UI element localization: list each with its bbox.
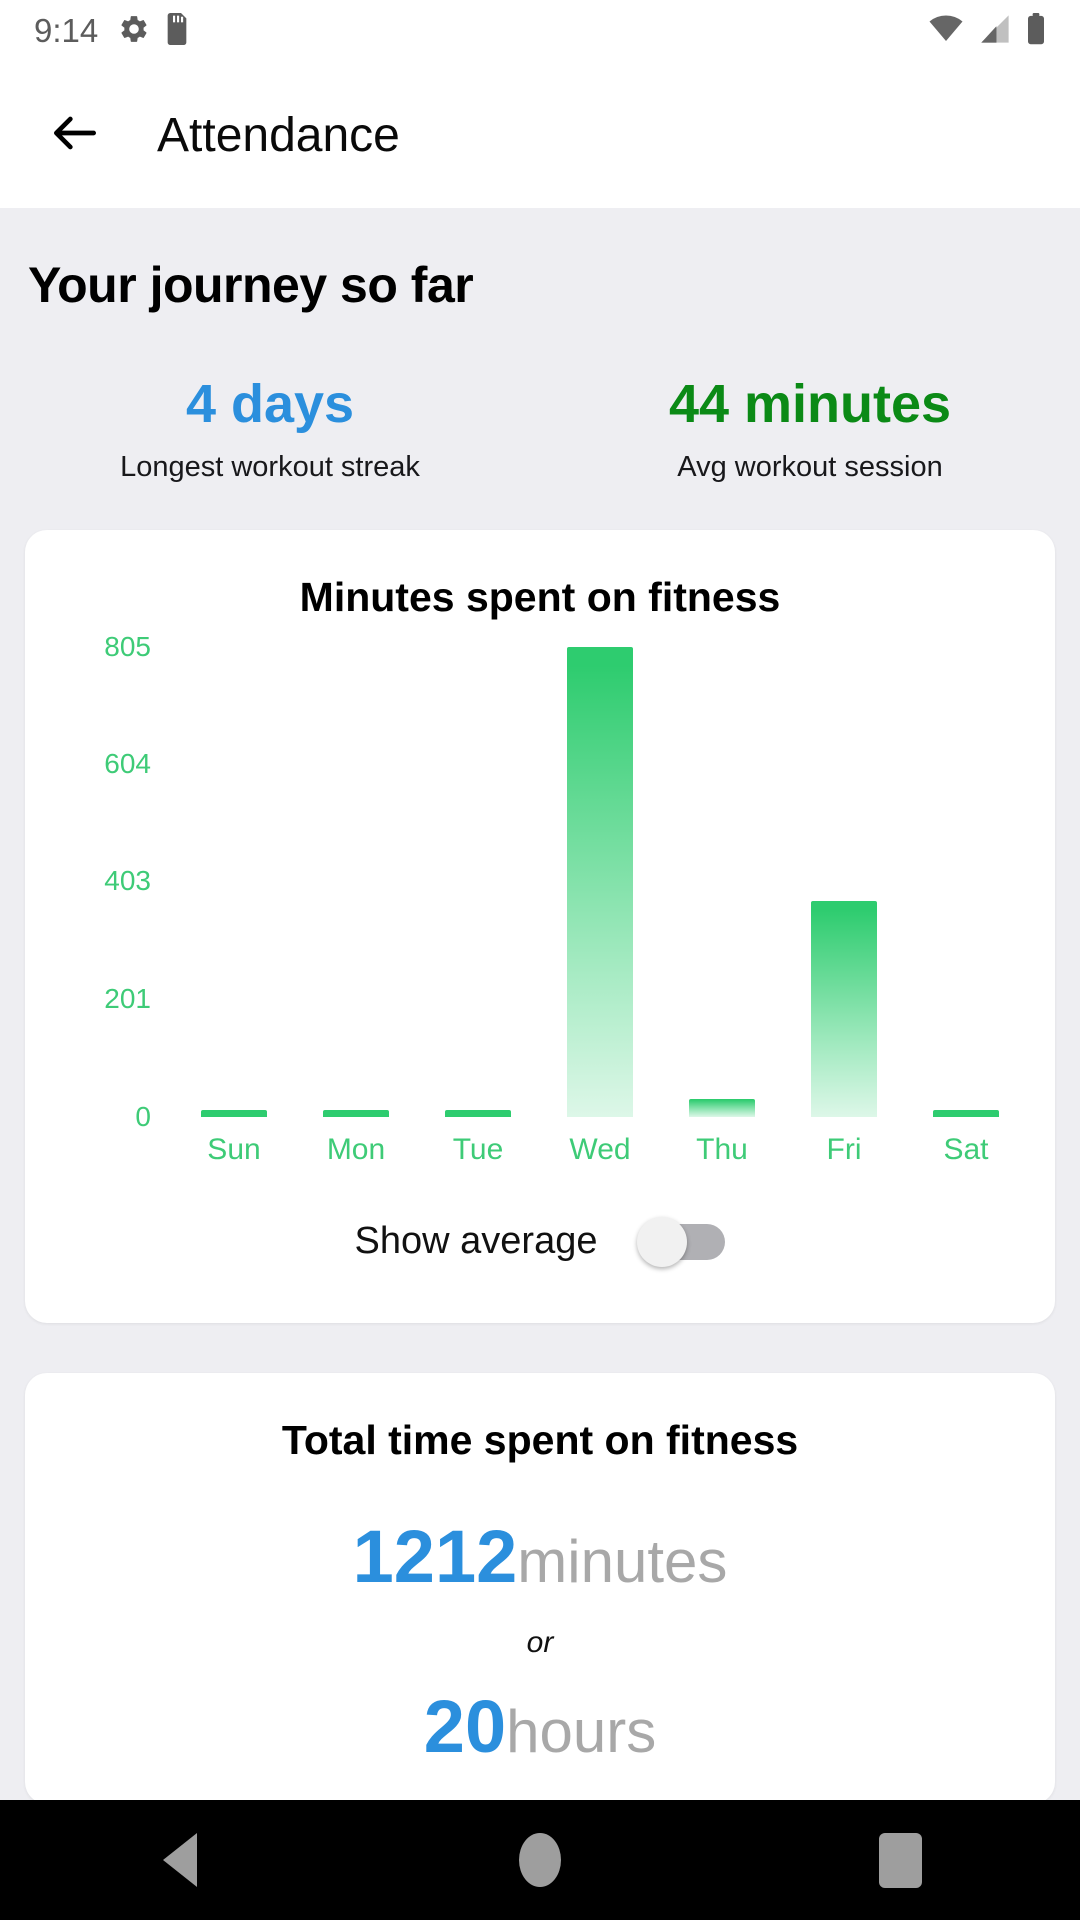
chart-bar[interactable]: [200, 1109, 268, 1117]
chart-x-tick: Fri: [826, 1132, 862, 1166]
chart-y-tick: 805: [104, 630, 151, 662]
total-time-card: Total time spent on fitness 1212 minutes…: [25, 1372, 1055, 1804]
total-minutes-row: 1212 minutes: [25, 1514, 1055, 1598]
total-minutes-unit: minutes: [517, 1527, 728, 1595]
nav-recents-button[interactable]: [845, 1805, 955, 1915]
nav-back-button[interactable]: [125, 1805, 235, 1915]
sd-card-icon: [164, 12, 190, 50]
chart-bar[interactable]: [566, 646, 634, 1117]
app-bar: Attendance: [0, 62, 1080, 208]
chart-bar[interactable]: [810, 900, 878, 1117]
nav-home-circle-icon: [519, 1833, 561, 1887]
chart-bar[interactable]: [444, 1109, 512, 1117]
chart-bar[interactable]: [932, 1109, 1000, 1117]
nav-recents-square-icon: [878, 1832, 922, 1888]
chart-x-tick: Mon: [326, 1132, 386, 1166]
scroll-content: Your journey so far 4 days Longest worko…: [0, 208, 1080, 1804]
chart-title: Minutes spent on fitness: [299, 573, 781, 620]
chart-x-tick: Tue: [452, 1132, 504, 1166]
or-separator: or: [526, 1625, 554, 1659]
chart-x-tick: Thu: [696, 1132, 748, 1166]
total-time-title: Total time spent on fitness: [281, 1416, 799, 1463]
wifi-icon: [928, 14, 964, 49]
chart-plot-area: [173, 646, 1027, 1117]
chart-y-tick: 201: [104, 983, 151, 1015]
gear-icon: [118, 13, 150, 50]
chart-x-tick: Sun: [207, 1132, 261, 1166]
chart-x-tick: Wed: [569, 1132, 631, 1166]
chart-x-tick: Sat: [943, 1132, 989, 1166]
stat-streak-label: Longest workout streak: [120, 450, 420, 483]
toggle-thumb: [637, 1216, 688, 1267]
stat-streak-value: 4 days: [185, 374, 355, 434]
total-hours-unit: hours: [506, 1697, 657, 1765]
chart-x-axis: Sun Mon Tue Wed Thu Fri Sat: [173, 1133, 1027, 1183]
stat-avg-session: 44 minutes Avg workout session: [540, 376, 1080, 484]
status-bar: 9:14: [0, 0, 1080, 62]
back-button[interactable]: [45, 105, 105, 165]
show-average-toggle[interactable]: [637, 1216, 726, 1267]
total-minutes-value: 1212: [352, 1514, 518, 1598]
nav-back-triangle-icon: [163, 1833, 197, 1887]
bar-chart: 0 201 403 604 805 Sun Mon Tue Wed Thu Fri Sat: [25, 631, 1055, 1207]
total-hours-row: 20 hours: [25, 1684, 1055, 1768]
stats-row: 4 days Longest workout streak 44 minutes…: [0, 376, 1080, 484]
page-title: Attendance: [157, 108, 400, 162]
section-heading: Your journey so far: [28, 257, 474, 313]
chart-y-tick: 604: [104, 748, 151, 780]
cellular-signal-icon: [978, 14, 1012, 49]
arrow-left-icon: [47, 105, 103, 166]
stat-avg-session-label: Avg workout session: [677, 450, 943, 483]
stat-avg-session-value: 44 minutes: [668, 374, 952, 434]
show-average-row: Show average: [25, 1216, 1055, 1323]
chart-bar[interactable]: [688, 1099, 756, 1117]
status-bar-left-icons: [118, 12, 190, 50]
status-bar-time: 9:14: [34, 12, 99, 49]
battery-icon: [1026, 12, 1046, 50]
chart-y-tick: 403: [104, 865, 151, 897]
chart-y-axis: 0 201 403 604 805: [25, 631, 173, 1132]
total-hours-value: 20: [423, 1684, 507, 1768]
nav-home-button[interactable]: [485, 1805, 595, 1915]
android-nav-bar: [0, 1800, 1080, 1920]
chart-bar[interactable]: [322, 1109, 390, 1117]
stat-streak: 4 days Longest workout streak: [0, 376, 540, 484]
chart-y-tick: 0: [135, 1100, 151, 1132]
show-average-label: Show average: [354, 1220, 598, 1263]
chart-card: Minutes spent on fitness 0 201 403 604 805 S…: [25, 529, 1055, 1323]
status-bar-right-icons: [928, 12, 1046, 50]
